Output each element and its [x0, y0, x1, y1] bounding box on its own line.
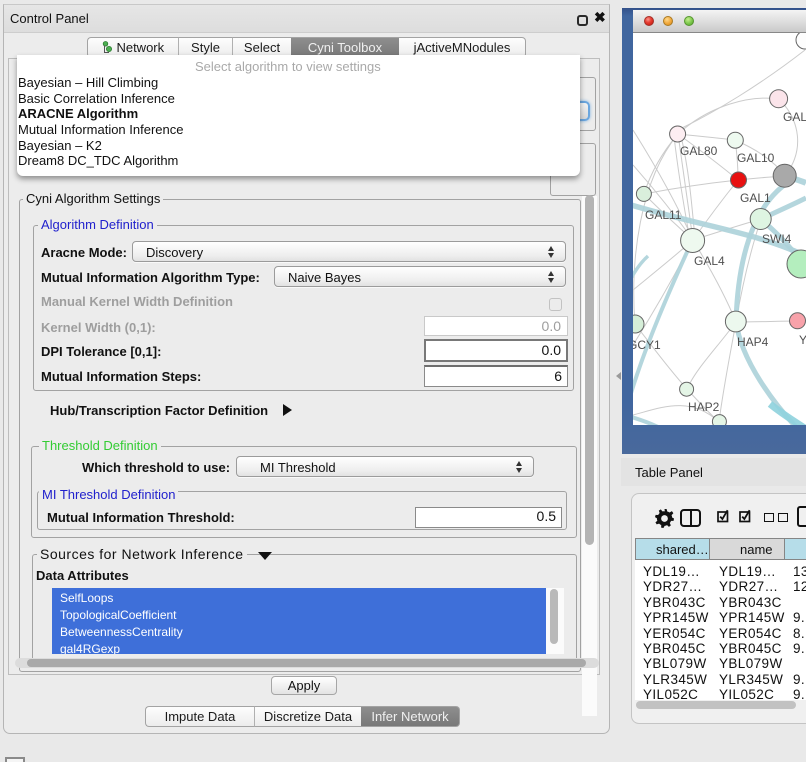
svg-text:YJ: YJ [799, 333, 806, 347]
svg-text:GAL4: GAL4 [694, 254, 725, 268]
svg-text:HAP2: HAP2 [688, 400, 720, 414]
svg-text:GCY1: GCY1 [633, 338, 661, 352]
svg-text:GAL11: GAL11 [645, 208, 682, 222]
svg-text:GAL7: GAL7 [783, 110, 806, 124]
svg-text:SWI4: SWI4 [762, 232, 792, 246]
svg-text:GAL80: GAL80 [680, 144, 718, 158]
svg-text:GAL1: GAL1 [740, 191, 771, 205]
svg-text:GAL10: GAL10 [737, 151, 775, 165]
svg-text:HAP4: HAP4 [737, 335, 769, 349]
